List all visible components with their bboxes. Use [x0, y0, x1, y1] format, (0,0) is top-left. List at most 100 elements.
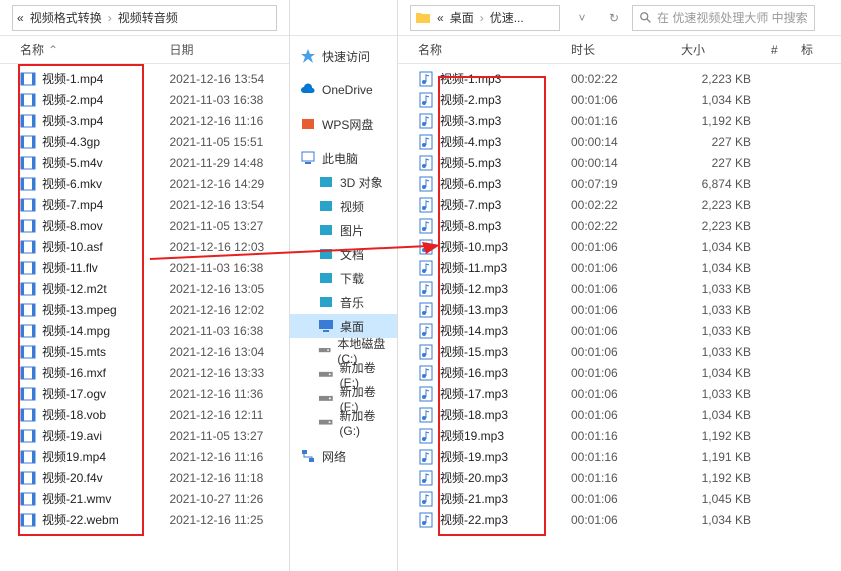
- file-name: 视频-7.mp4: [42, 196, 103, 213]
- header-title[interactable]: 标: [801, 41, 841, 58]
- nav-item-download[interactable]: 下载: [290, 266, 397, 290]
- file-date: 2021-12-16 11:18: [169, 471, 289, 485]
- left-breadcrumb[interactable]: « 视频格式转换 › 视频转音频: [12, 5, 277, 31]
- file-row[interactable]: 视频19.mp42021-12-16 11:16: [0, 446, 289, 467]
- nav-item-network[interactable]: 网络: [290, 444, 397, 468]
- search-icon: [639, 11, 653, 25]
- nav-item-star[interactable]: 快速访问: [290, 44, 397, 68]
- file-row[interactable]: 视频-15.mp300:01:061,033 KB: [398, 341, 841, 362]
- file-row[interactable]: 视频-1.mp42021-12-16 13:54: [0, 68, 289, 89]
- nav-item-drive[interactable]: 新加卷 (G:): [290, 410, 397, 434]
- drive-icon: [318, 366, 334, 382]
- file-row[interactable]: 视频-4.mp300:00:14227 KB: [398, 131, 841, 152]
- file-row[interactable]: 视频-7.mp300:02:222,223 KB: [398, 194, 841, 215]
- breadcrumb-item[interactable]: 优速...: [490, 9, 524, 26]
- header-size[interactable]: 大小: [681, 41, 771, 58]
- file-row[interactable]: 视频-20.f4v2021-12-16 11:18: [0, 467, 289, 488]
- file-row[interactable]: 视频-2.mp42021-11-03 16:38: [0, 89, 289, 110]
- header-name[interactable]: 名称 ⌃: [20, 41, 169, 58]
- audio-file-icon: [418, 260, 434, 276]
- file-row[interactable]: 视频-1.mp300:02:222,223 KB: [398, 68, 841, 89]
- file-row[interactable]: 视频-13.mp300:01:061,033 KB: [398, 299, 841, 320]
- file-row[interactable]: 视频-2.mp300:01:061,034 KB: [398, 89, 841, 110]
- file-row[interactable]: 视频19.mp300:01:161,192 KB: [398, 425, 841, 446]
- file-row[interactable]: 视频-8.mov2021-11-05 13:27: [0, 215, 289, 236]
- file-row[interactable]: 视频-12.mp300:01:061,033 KB: [398, 278, 841, 299]
- video-file-icon: [20, 386, 36, 402]
- file-row[interactable]: 视频-16.mxf2021-12-16 13:33: [0, 362, 289, 383]
- header-date[interactable]: 日期: [169, 41, 289, 58]
- file-name: 视频-13.mp3: [440, 301, 508, 318]
- file-row[interactable]: 视频-7.mp42021-12-16 13:54: [0, 194, 289, 215]
- video-file-icon: [20, 176, 36, 192]
- file-row[interactable]: 视频-10.asf2021-12-16 12:03: [0, 236, 289, 257]
- nav-item-label: 新加卷 (G:): [339, 407, 397, 438]
- file-row[interactable]: 视频-11.flv2021-11-03 16:38: [0, 257, 289, 278]
- file-duration: 00:01:16: [561, 471, 681, 485]
- file-row[interactable]: 视频-18.vob2021-12-16 12:11: [0, 404, 289, 425]
- nav-item-wps[interactable]: WPS网盘: [290, 112, 397, 136]
- file-name: 视频-17.mp3: [440, 385, 508, 402]
- nav-item-label: 视频: [340, 198, 364, 215]
- right-breadcrumb[interactable]: « 桌面 › 优速...: [410, 5, 560, 31]
- file-row[interactable]: 视频-20.mp300:01:161,192 KB: [398, 467, 841, 488]
- breadcrumb-item[interactable]: 视频转音频: [118, 9, 178, 26]
- nav-item-pc[interactable]: 此电脑: [290, 146, 397, 170]
- file-name: 视频-15.mts: [42, 343, 106, 360]
- nav-item-3d[interactable]: 3D 对象: [290, 170, 397, 194]
- nav-item-picture[interactable]: 图片: [290, 218, 397, 242]
- file-row[interactable]: 视频-15.mts2021-12-16 13:04: [0, 341, 289, 362]
- file-row[interactable]: 视频-22.webm2021-12-16 11:25: [0, 509, 289, 530]
- file-row[interactable]: 视频-19.avi2021-11-05 13:27: [0, 425, 289, 446]
- nav-item-music[interactable]: 音乐: [290, 290, 397, 314]
- file-row[interactable]: 视频-10.mp300:01:061,034 KB: [398, 236, 841, 257]
- video-file-icon: [20, 470, 36, 486]
- nav-item-doc[interactable]: 文档: [290, 242, 397, 266]
- file-row[interactable]: 视频-6.mkv2021-12-16 14:29: [0, 173, 289, 194]
- breadcrumb-item[interactable]: 视频格式转换: [30, 9, 102, 26]
- file-name: 视频-14.mpg: [42, 322, 110, 339]
- file-row[interactable]: 视频-13.mpeg2021-12-16 12:02: [0, 299, 289, 320]
- file-name: 视频-6.mkv: [42, 175, 102, 192]
- file-row[interactable]: 视频-11.mp300:01:061,034 KB: [398, 257, 841, 278]
- file-row[interactable]: 视频-3.mp42021-12-16 11:16: [0, 110, 289, 131]
- file-date: 2021-11-05 13:27: [169, 219, 289, 233]
- header-duration[interactable]: 时长: [561, 41, 681, 58]
- file-date: 2021-10-27 11:26: [169, 492, 289, 506]
- file-row[interactable]: 视频-5.mp300:00:14227 KB: [398, 152, 841, 173]
- file-row[interactable]: 视频-17.ogv2021-12-16 11:36: [0, 383, 289, 404]
- file-row[interactable]: 视频-18.mp300:01:061,034 KB: [398, 404, 841, 425]
- file-row[interactable]: 视频-8.mp300:02:222,223 KB: [398, 215, 841, 236]
- file-duration: 00:01:06: [561, 93, 681, 107]
- dropdown-button[interactable]: ˅: [568, 4, 596, 32]
- header-index[interactable]: #: [771, 43, 801, 57]
- header-name[interactable]: 名称: [418, 41, 561, 58]
- search-input[interactable]: 在 优速视频处理大师 中搜索: [632, 5, 815, 31]
- file-row[interactable]: 视频-3.mp300:01:161,192 KB: [398, 110, 841, 131]
- audio-file-icon: [418, 197, 434, 213]
- file-row[interactable]: 视频-22.mp300:01:061,034 KB: [398, 509, 841, 530]
- file-row[interactable]: 视频-6.mp300:07:196,874 KB: [398, 173, 841, 194]
- refresh-button[interactable]: ↻: [600, 4, 628, 32]
- file-row[interactable]: 视频-5.m4v2021-11-29 14:48: [0, 152, 289, 173]
- file-row[interactable]: 视频-12.m2t2021-12-16 13:05: [0, 278, 289, 299]
- file-row[interactable]: 视频-21.mp300:01:061,045 KB: [398, 488, 841, 509]
- breadcrumb-item[interactable]: 桌面: [450, 9, 474, 26]
- file-row[interactable]: 视频-4.3gp2021-11-05 15:51: [0, 131, 289, 152]
- video-file-icon: [20, 197, 36, 213]
- file-row[interactable]: 视频-14.mpg2021-11-03 16:38: [0, 320, 289, 341]
- file-size: 1,191 KB: [681, 450, 771, 464]
- file-row[interactable]: 视频-14.mp300:01:061,033 KB: [398, 320, 841, 341]
- file-name: 视频-7.mp3: [440, 196, 501, 213]
- nav-item-cloud[interactable]: OneDrive: [290, 78, 397, 102]
- file-size: 1,034 KB: [681, 408, 771, 422]
- file-row[interactable]: 视频-21.wmv2021-10-27 11:26: [0, 488, 289, 509]
- file-name: 视频-21.mp3: [440, 490, 508, 507]
- file-row[interactable]: 视频-19.mp300:01:161,191 KB: [398, 446, 841, 467]
- file-size: 227 KB: [681, 135, 771, 149]
- file-size: 1,034 KB: [681, 513, 771, 527]
- nav-item-video[interactable]: 视频: [290, 194, 397, 218]
- file-name: 视频-22.webm: [42, 511, 119, 528]
- file-row[interactable]: 视频-17.mp300:01:061,033 KB: [398, 383, 841, 404]
- file-row[interactable]: 视频-16.mp300:01:061,034 KB: [398, 362, 841, 383]
